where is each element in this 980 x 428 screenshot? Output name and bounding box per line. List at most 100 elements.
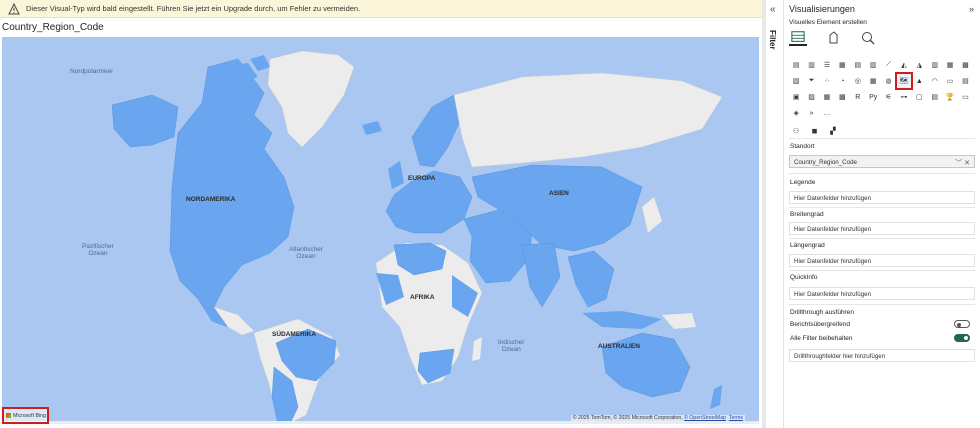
- line-chart-icon[interactable]: ⟋: [881, 58, 895, 72]
- field-actions[interactable]: ﹀ ✕: [955, 158, 970, 168]
- ocean-label-atlantischer: Atlantischer Ozean: [289, 246, 323, 260]
- continent-label-afrika: AFRIKA: [410, 294, 435, 301]
- qa-icon[interactable]: ▢: [912, 90, 926, 104]
- world-map-graphic: [2, 37, 759, 424]
- ocean-label-indischer: Indischer Ozean: [498, 339, 525, 353]
- gauge-icon[interactable]: ◠: [928, 74, 942, 88]
- r-visual-icon[interactable]: R: [851, 90, 865, 104]
- legende-label: Legende: [790, 179, 816, 186]
- paginated-report-icon[interactable]: ▭: [958, 90, 972, 104]
- decomposition-tree-icon[interactable]: ⊶: [897, 90, 911, 104]
- standort-field-value: Country_Region_Code: [794, 159, 857, 166]
- stacked-bar-chart-icon[interactable]: ▤: [789, 58, 803, 72]
- kpi-icon[interactable]: ▣: [789, 90, 803, 104]
- breitengrad-drop-zone[interactable]: Hier Datenfelder hinzufügen: [789, 222, 975, 235]
- divider: [789, 304, 975, 305]
- quickinfo-drop-zone[interactable]: Hier Datenfelder hinzufügen: [789, 287, 975, 300]
- attribution-text: © 2025 TomTom, © 2025 Microsoft Corporat…: [572, 415, 685, 421]
- expand-filter-chevron-icon[interactable]: «: [770, 4, 776, 15]
- pie-chart-icon[interactable]: ◔: [835, 74, 849, 88]
- drillthrough-title: Drillthrough ausführen: [790, 309, 854, 316]
- continent-label-suedamerika: SÜDAMERIKA: [272, 331, 317, 338]
- cross-report-label: Berichtsübergreifend: [790, 321, 850, 328]
- visual-title: Country_Region_Code: [2, 22, 104, 33]
- laengengrad-label: Längengrad: [790, 242, 825, 249]
- donut-chart-icon[interactable]: ◎: [851, 74, 865, 88]
- divider: [789, 138, 975, 139]
- keep-filters-label: Alle Filter beibehalten: [790, 335, 853, 342]
- continent-label-europa: EUROPA: [408, 175, 436, 182]
- scatter-chart-icon[interactable]: ⁘: [820, 74, 834, 88]
- multi-row-card-icon[interactable]: ▤: [958, 74, 972, 88]
- divider: [789, 207, 975, 208]
- continent-label-asien: ASIEN: [549, 190, 569, 197]
- card-icon[interactable]: ▭: [943, 74, 957, 88]
- 100-stacked-column-icon[interactable]: ▥: [866, 58, 880, 72]
- matrix-icon[interactable]: ▩: [835, 90, 849, 104]
- warning-triangle-icon: [8, 2, 20, 14]
- custom-visual-icon-3[interactable]: ▞: [826, 124, 840, 138]
- 100-stacked-bar-icon[interactable]: ▤: [851, 58, 865, 72]
- slicer-icon[interactable]: ▨: [804, 90, 818, 104]
- power-automate-icon[interactable]: »: [804, 106, 818, 120]
- filter-pane-label[interactable]: Filter: [768, 30, 777, 50]
- divider: [789, 270, 975, 271]
- standort-field-well[interactable]: Country_Region_Code ﹀ ✕: [789, 155, 975, 168]
- ocean-label-nordpolarmeer: Nordpolarmeer: [70, 68, 114, 75]
- area-chart-icon[interactable]: ◭: [897, 58, 911, 72]
- divider: [789, 173, 975, 174]
- continent-label-australien: AUSTRALIEN: [598, 343, 640, 350]
- visualizations-pane: Visualisierungen » Visuelles Element ers…: [785, 0, 980, 428]
- continent-label-nordamerika: NORDAMERIKA: [186, 196, 236, 203]
- legende-drop-zone[interactable]: Hier Datenfelder hinzufügen: [789, 191, 975, 204]
- breitengrad-label: Breitengrad: [790, 211, 824, 218]
- ribbon-chart-icon[interactable]: ▩: [958, 58, 972, 72]
- custom-visual-icon-1[interactable]: ⚇: [789, 124, 803, 138]
- keep-filters-toggle[interactable]: [954, 334, 970, 342]
- warning-text: Dieser Visual-Typ wird bald eingestellt.…: [26, 4, 361, 13]
- quickinfo-label: QuickInfo: [790, 274, 818, 281]
- table-icon[interactable]: ▦: [820, 90, 834, 104]
- clustered-column-chart-icon[interactable]: ▦: [835, 58, 849, 72]
- microsoft-bing-logo: Microsoft Bing: [2, 407, 49, 424]
- build-visual-subtitle: Visuelles Element erstellen: [789, 19, 867, 26]
- osm-link[interactable]: © OpenStreetMap: [684, 415, 726, 421]
- map-icon[interactable]: ◍: [881, 74, 895, 88]
- custom-visual-icon-2[interactable]: ◼: [807, 124, 821, 138]
- laengengrad-drop-zone[interactable]: Hier Datenfelder hinzufügen: [789, 254, 975, 267]
- more-visuals-icon[interactable]: …: [820, 106, 834, 120]
- divider: [789, 238, 975, 239]
- ocean-label-pazifischer: Pazifischer Ozean: [82, 243, 114, 257]
- deprecation-warning-bar: Dieser Visual-Typ wird bald eingestellt.…: [0, 0, 762, 18]
- bing-icon: [6, 413, 11, 418]
- bing-logo-text: Microsoft Bing: [13, 412, 46, 419]
- analytics-icon[interactable]: [859, 30, 877, 46]
- filled-map-icon[interactable]: 🗺: [894, 72, 914, 90]
- filter-pane-collapsed[interactable]: « Filter: [766, 0, 784, 428]
- map-attribution: © 2025 TomTom, © 2025 Microsoft Corporat…: [570, 415, 745, 421]
- standort-label: Standort: [790, 143, 815, 150]
- cross-report-toggle[interactable]: [954, 320, 970, 328]
- funnel-icon[interactable]: ⏷: [804, 74, 818, 88]
- visual-type-gallery: ▤ ▥ ☰ ▦ ▤ ▥ ⟋ ◭ ◮ ▥ ▦ ▩ ▧ ⏷ ⁘ ◔ ◎ ▦ ◍ 🗺 …: [789, 58, 979, 138]
- python-visual-icon[interactable]: Py: [866, 90, 880, 104]
- line-stacked-column-icon[interactable]: ▥: [928, 58, 942, 72]
- azure-map-icon[interactable]: ▲: [912, 74, 926, 88]
- power-apps-icon[interactable]: ◈: [789, 106, 803, 120]
- smart-narrative-icon[interactable]: ▤: [928, 90, 942, 104]
- collapse-pane-chevron-icon[interactable]: »: [969, 4, 974, 14]
- visualizations-title: Visualisierungen: [789, 4, 855, 14]
- stacked-area-chart-icon[interactable]: ◮: [912, 58, 926, 72]
- treemap-icon[interactable]: ▦: [866, 74, 880, 88]
- build-visual-icon[interactable]: [789, 30, 807, 46]
- filled-map[interactable]: Nordpolarmeer Pazifischer Ozean Atlantis…: [2, 37, 759, 424]
- format-visual-icon[interactable]: [825, 30, 843, 46]
- stacked-column-chart-icon[interactable]: ▥: [804, 58, 818, 72]
- line-clustered-column-icon[interactable]: ▦: [943, 58, 957, 72]
- goals-icon[interactable]: 🏆: [943, 90, 957, 104]
- terms-link[interactable]: Terms: [729, 415, 743, 421]
- clustered-bar-chart-icon[interactable]: ☰: [820, 58, 834, 72]
- key-influencers-icon[interactable]: ⚟: [881, 90, 895, 104]
- waterfall-chart-icon[interactable]: ▧: [789, 74, 803, 88]
- drillthrough-drop-zone[interactable]: Drillthroughfelder hier hinzufügen: [789, 349, 975, 362]
